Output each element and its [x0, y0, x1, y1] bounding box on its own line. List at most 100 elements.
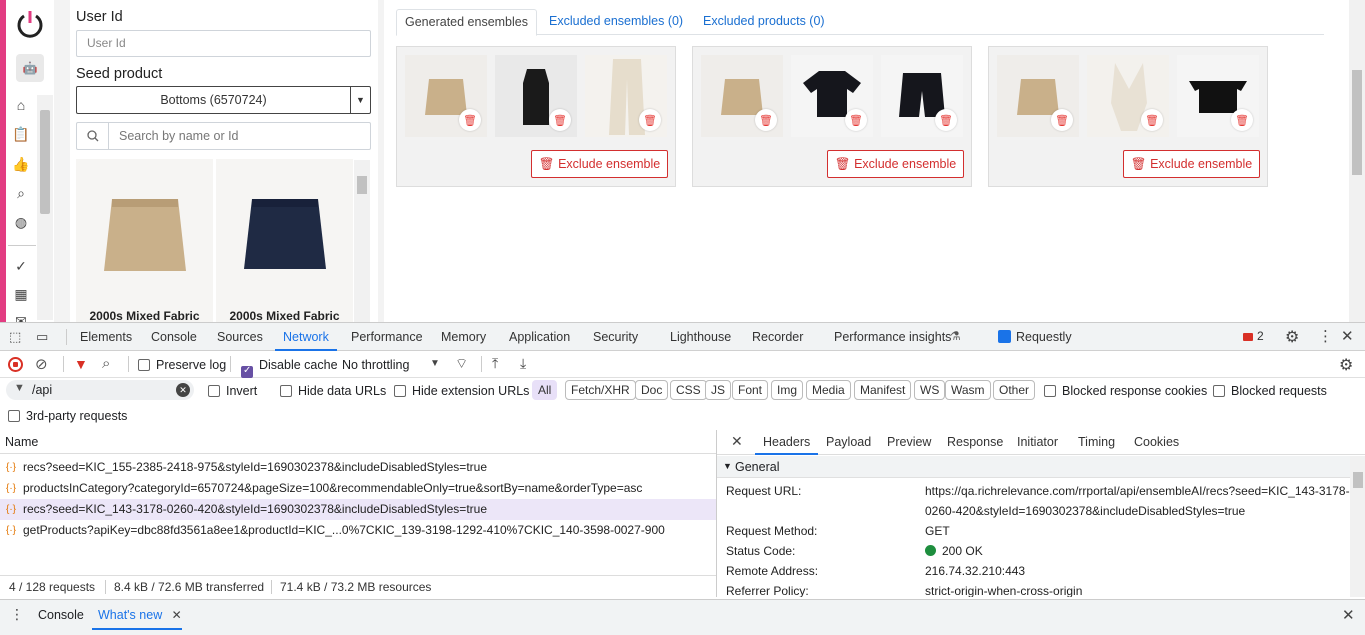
blocked-response-cookies-checkbox[interactable]	[1044, 385, 1056, 397]
chip-doc[interactable]: Doc	[635, 380, 669, 400]
tab-generated-ensembles[interactable]: Generated ensembles	[396, 9, 537, 36]
exclude-ensemble-button[interactable]: 🗑 Exclude ensemble	[827, 150, 964, 178]
drawer-tab-whats-new[interactable]: What's new ✕	[92, 600, 182, 630]
tab-response[interactable]: Response	[947, 430, 1003, 455]
power-icon[interactable]	[14, 8, 46, 40]
tab-sources[interactable]: Sources	[217, 323, 263, 351]
tab-timing[interactable]: Timing	[1078, 430, 1115, 455]
tab-console[interactable]: Console	[151, 323, 197, 351]
request-row[interactable]: {·} productsInCategory?categoryId=6570724…	[0, 478, 716, 499]
chip-font[interactable]: Font	[732, 380, 769, 400]
invert-checkbox[interactable]	[208, 385, 220, 397]
chip-js[interactable]: JS	[705, 380, 732, 400]
hide-data-urls-checkbox[interactable]	[280, 385, 292, 397]
trash-icon[interactable]: 🗑	[1231, 109, 1253, 131]
more-vert-icon[interactable]: ⋮	[10, 606, 24, 623]
exclude-ensemble-button[interactable]: 🗑 Exclude ensemble	[1123, 150, 1260, 178]
clipboard-icon[interactable]: 📋	[12, 125, 30, 143]
chip-fetch-xhr[interactable]: Fetch/XHR	[565, 380, 636, 400]
filter-input[interactable]: ▼ /api ✕	[6, 380, 194, 400]
home-icon[interactable]: ⌂	[12, 96, 30, 114]
tab-requestly[interactable]: Requestly	[1016, 323, 1072, 351]
issues-count[interactable]: 2	[1257, 329, 1264, 343]
device-toolbar-icon[interactable]: ▭	[36, 329, 48, 345]
close-icon[interactable]: ✕	[172, 608, 182, 622]
product-card[interactable]: 2000s Mixed Fabric	[216, 159, 353, 322]
search-icon[interactable]: ⌕	[12, 184, 30, 202]
page-scrollbar[interactable]	[1349, 0, 1365, 322]
chevron-down-icon[interactable]: ▼	[430, 358, 440, 369]
gear-icon[interactable]: ⚙	[1285, 327, 1299, 347]
tab-application[interactable]: Application	[509, 323, 570, 351]
globe-icon[interactable]: ◍	[12, 213, 30, 231]
product-list-scrollbar[interactable]	[354, 160, 370, 322]
blocked-requests-checkbox[interactable]	[1213, 385, 1225, 397]
close-drawer-icon[interactable]: ✕	[1342, 606, 1355, 624]
clear-filter-icon[interactable]: ✕	[176, 383, 190, 397]
chip-media[interactable]: Media	[806, 380, 851, 400]
tab-recorder[interactable]: Recorder	[752, 323, 803, 351]
throttling-select[interactable]: No throttling	[342, 358, 409, 372]
import-har-icon[interactable]: ⤒	[492, 355, 498, 372]
trash-icon[interactable]: 🗑	[935, 109, 957, 131]
chip-all[interactable]: All	[532, 380, 558, 400]
detail-scroll-thumb[interactable]	[1353, 472, 1363, 488]
user-id-input[interactable]: User Id	[76, 30, 371, 57]
chip-ws[interactable]: WS	[914, 380, 946, 400]
close-icon[interactable]: ✕	[731, 433, 743, 450]
close-icon[interactable]: ✕	[1341, 327, 1354, 345]
trash-icon[interactable]: 🗑	[845, 109, 867, 131]
detail-scrollbar[interactable]	[1350, 456, 1365, 597]
tab-network[interactable]: Network	[275, 323, 337, 351]
thumbs-up-icon[interactable]: 👍	[12, 155, 30, 173]
tab-preview[interactable]: Preview	[887, 430, 931, 455]
sidebar-scroll-thumb[interactable]	[40, 110, 50, 214]
issues-icon[interactable]	[1243, 333, 1253, 341]
preserve-log-checkbox[interactable]	[138, 359, 150, 371]
record-stop-icon[interactable]	[8, 357, 23, 372]
tab-headers[interactable]: Headers	[755, 430, 819, 455]
chip-wasm[interactable]: Wasm	[945, 380, 991, 400]
request-row-selected[interactable]: {·} recs?seed=KIC_143-3178-0260-420&style…	[0, 499, 716, 520]
search-icon[interactable]: ⌕	[102, 355, 110, 372]
hide-extension-urls-checkbox[interactable]	[394, 385, 406, 397]
trash-icon[interactable]: 🗑	[755, 109, 777, 131]
third-party-checkbox[interactable]	[8, 410, 20, 422]
name-column-header[interactable]: Name	[0, 430, 716, 454]
filter-icon[interactable]: ▼	[74, 356, 88, 372]
trash-icon[interactable]: 🗑	[549, 109, 571, 131]
tab-lighthouse[interactable]: Lighthouse	[670, 323, 731, 351]
tab-excluded-products[interactable]: Excluded products (0)	[695, 9, 833, 35]
page-scroll-thumb[interactable]	[1352, 70, 1362, 175]
more-vert-icon[interactable]: ⋮	[1318, 327, 1333, 345]
drawer-tab-console[interactable]: Console	[38, 608, 84, 622]
product-search[interactable]: Search by name or Id	[76, 122, 371, 150]
chip-other[interactable]: Other	[993, 380, 1036, 400]
trash-icon[interactable]: 🗑	[1141, 109, 1163, 131]
tab-cookies[interactable]: Cookies	[1134, 430, 1179, 455]
report-icon[interactable]: ▦	[12, 285, 30, 303]
tab-memory[interactable]: Memory	[441, 323, 486, 351]
inspect-element-icon[interactable]: ⬚	[9, 329, 21, 345]
exclude-ensemble-button[interactable]: 🗑 Exclude ensemble	[531, 150, 668, 178]
disable-cache-checkbox[interactable]	[241, 365, 253, 378]
chevron-down-icon[interactable]: ▼	[350, 87, 370, 113]
tab-elements[interactable]: Elements	[80, 323, 132, 351]
tab-initiator[interactable]: Initiator	[1017, 430, 1058, 455]
mail-icon[interactable]: ✉	[12, 312, 30, 323]
search-input[interactable]: Search by name or Id	[109, 123, 370, 149]
tab-excluded-ensembles[interactable]: Excluded ensembles (0)	[541, 9, 691, 35]
trash-icon[interactable]: 🗑	[1051, 109, 1073, 131]
bot-icon[interactable]: 🤖	[16, 54, 44, 82]
tab-performance[interactable]: Performance	[351, 323, 423, 351]
general-section-header[interactable]: ▼ General	[717, 456, 1350, 478]
chip-img[interactable]: Img	[771, 380, 804, 400]
seed-product-select[interactable]: Bottoms (6570724) ▼	[76, 86, 371, 114]
network-settings-icon[interactable]: ⚙	[1339, 355, 1353, 375]
export-har-icon[interactable]: ⤓	[520, 355, 526, 372]
product-card[interactable]: 2000s Mixed Fabric	[76, 159, 213, 322]
request-row[interactable]: {·} recs?seed=KIC_155-2385-2418-975&style…	[0, 457, 716, 478]
chip-manifest[interactable]: Manifest	[854, 380, 912, 400]
clear-icon[interactable]: ⊘	[35, 355, 48, 373]
network-conditions-icon[interactable]: ⌔	[455, 355, 468, 373]
